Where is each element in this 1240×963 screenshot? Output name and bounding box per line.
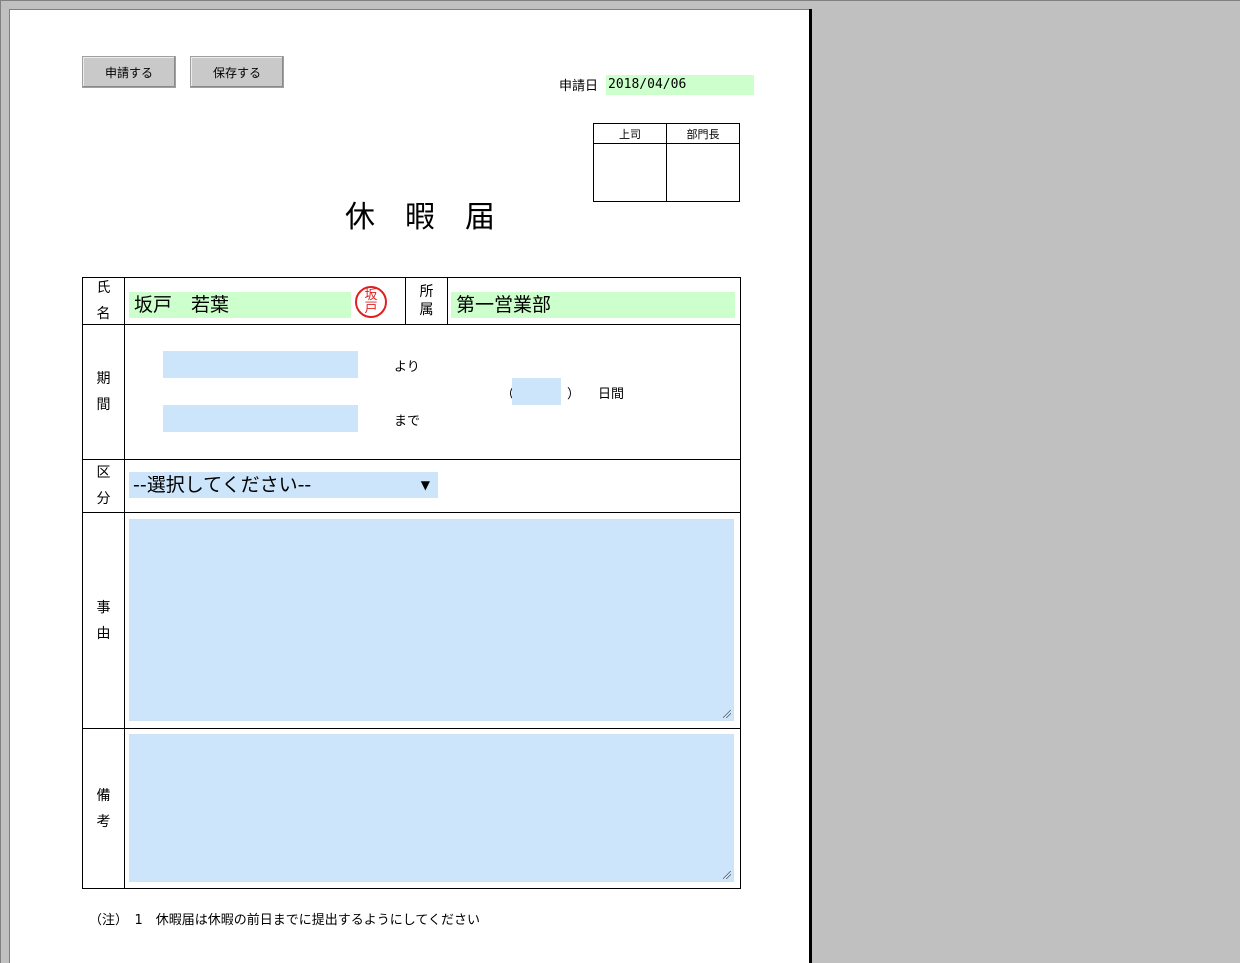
leave-form: 氏名 坂戸 若葉 坂戸 所属 第一営業部 期間 より まで （ ） 日間 区分 … bbox=[82, 277, 741, 889]
apply-date-field[interactable]: 2018/04/06 bbox=[606, 75, 754, 95]
period-to-input[interactable] bbox=[163, 405, 358, 432]
name-label: 氏名 bbox=[83, 278, 125, 324]
days-paren-close: ） bbox=[567, 387, 581, 402]
remarks-textarea[interactable] bbox=[129, 734, 734, 882]
apply-date-label: 申請日 bbox=[559, 79, 599, 94]
period-row: 期間 より まで （ ） 日間 bbox=[82, 325, 741, 460]
days-input[interactable] bbox=[512, 378, 561, 405]
window-border-left bbox=[0, 0, 1, 963]
approval-stamp-supervisor bbox=[593, 143, 667, 202]
page-shadow bbox=[809, 9, 812, 963]
seal-icon: 坂戸 bbox=[355, 286, 387, 318]
period-label: 期間 bbox=[83, 325, 125, 459]
apply-button[interactable]: 申請する bbox=[82, 56, 176, 88]
remarks-row: 備考 bbox=[82, 729, 741, 889]
category-selected-value: --選択してください-- bbox=[133, 474, 312, 496]
resize-grip-icon[interactable] bbox=[723, 871, 731, 879]
reason-row: 事由 bbox=[82, 513, 741, 729]
approval-stamp-dept-head bbox=[666, 143, 740, 202]
department-label: 所属 bbox=[405, 278, 448, 324]
name-row: 氏名 坂戸 若葉 坂戸 所属 第一営業部 bbox=[82, 277, 741, 325]
period-from-input[interactable] bbox=[163, 351, 358, 378]
approval-header-supervisor: 上司 bbox=[593, 123, 667, 144]
department-field[interactable]: 第一営業部 bbox=[451, 292, 735, 318]
footer-note: （注） 1 休暇届は休暇の前日までに提出するようにしてください bbox=[89, 913, 480, 928]
dropdown-arrow-icon: ▼ bbox=[420, 478, 430, 492]
reason-textarea[interactable] bbox=[129, 519, 734, 721]
category-row: 区分 --選択してください-- ▼ bbox=[82, 460, 741, 513]
window-border-top bbox=[0, 0, 1240, 1]
reason-label: 事由 bbox=[83, 513, 125, 728]
name-field[interactable]: 坂戸 若葉 bbox=[129, 292, 351, 318]
remarks-label: 備考 bbox=[83, 729, 125, 888]
document-title: 休暇届 bbox=[345, 200, 525, 235]
period-to-suffix: まで bbox=[394, 414, 421, 429]
category-label: 区分 bbox=[83, 460, 125, 512]
period-from-suffix: より bbox=[394, 360, 420, 375]
category-select[interactable]: --選択してください-- ▼ bbox=[129, 472, 438, 498]
resize-grip-icon[interactable] bbox=[723, 710, 731, 718]
approval-stamp-table: 上司 部門長 bbox=[593, 123, 740, 202]
approval-header-dept-head: 部門長 bbox=[666, 123, 740, 144]
save-button[interactable]: 保存する bbox=[190, 56, 284, 88]
days-suffix: 日間 bbox=[598, 387, 625, 402]
